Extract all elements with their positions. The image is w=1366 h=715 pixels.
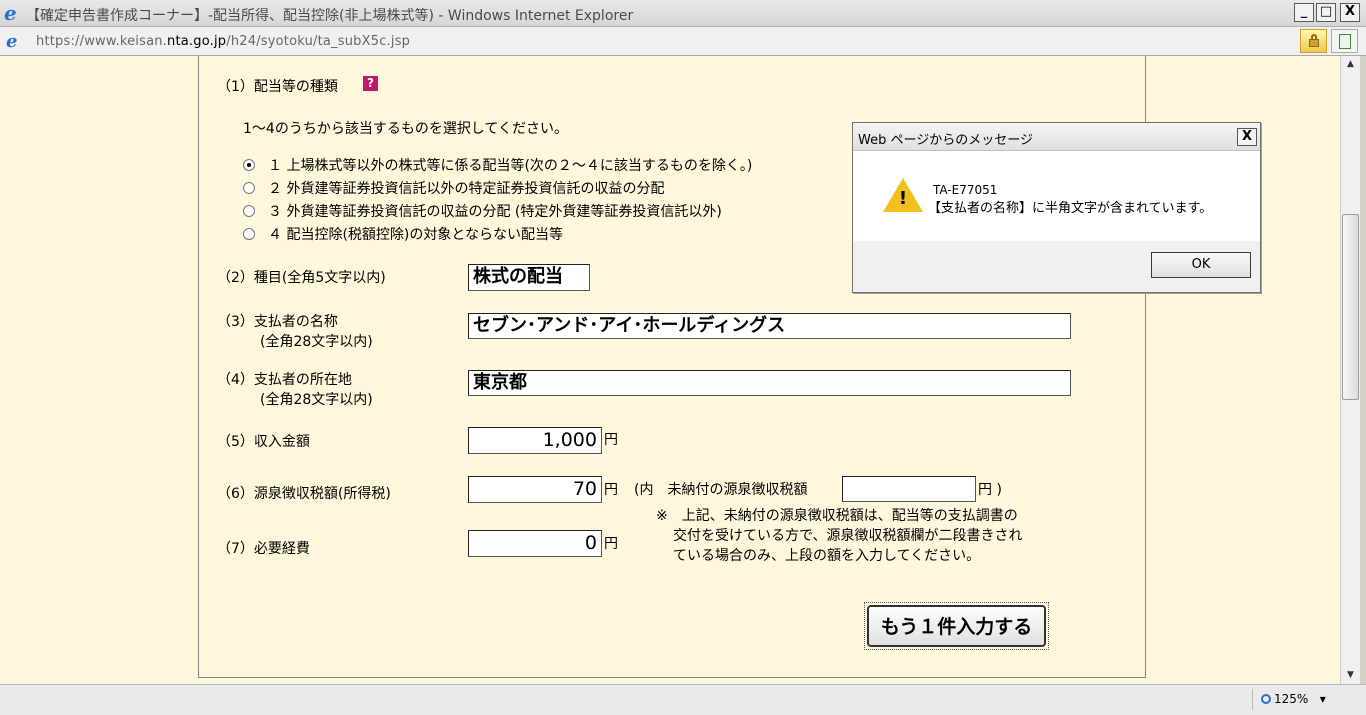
dialog-body: ! TA-E77051 【支払者の名称】に半角文字が含まれています。 (853, 151, 1260, 241)
warning-mark: ! (898, 188, 908, 209)
dialog-title-bar: Web ページからのメッセージ X (853, 123, 1260, 151)
note-line-3: ている場合のみ、上段の額を入力してください。 (673, 548, 981, 564)
add-another-button[interactable]: もう１件入力する (864, 602, 1049, 650)
payer-address-input[interactable]: 東京都 (468, 370, 1071, 396)
scroll-down-icon[interactable]: ▼ (1341, 667, 1360, 684)
window-frame (1360, 56, 1366, 684)
radio-type-3[interactable] (243, 205, 255, 217)
ie-page-icon: e (6, 31, 18, 52)
type-input[interactable]: 株式の配当 (468, 264, 590, 291)
instruction-text: 1～4のうちから該当するものを選択してください。 (243, 121, 568, 137)
zoom-control[interactable]: 125% ▾ (1252, 689, 1344, 710)
withholding-tax-input[interactable]: 70 (468, 476, 602, 503)
lock-icon (1309, 34, 1319, 47)
section3-label: （3）支払者の名称 (217, 314, 338, 330)
radio-type-4-label: ４ 配当控除(税額控除)の対象とならない配当等 (268, 227, 563, 243)
scrollbar-thumb[interactable] (1342, 214, 1359, 400)
radio-type-2-label: ２ 外貨建等証券投資信託以外の特定証券投資信託の収益の分配 (268, 181, 665, 197)
section4-label: （4）支払者の所在地 (217, 372, 352, 388)
window-title-bar: e 【確定申告書作成コーナー】-配当所得、配当控除(非上場株式等) - Wind… (0, 0, 1366, 27)
url-domain: nta.go.jp (167, 34, 227, 49)
section1-label: （1）配当等の種類 (217, 79, 338, 95)
minimize-button[interactable]: _ (1294, 3, 1314, 22)
yen-unit: 円 (604, 536, 618, 552)
ok-button[interactable]: OK (1151, 252, 1251, 278)
unpaid-tax-unit: 円 ) (978, 482, 1002, 498)
vertical-scrollbar[interactable]: ▲ ▼ (1340, 56, 1360, 684)
note-line-1: ※ 上記、未納付の源泉徴収税額は、配当等の支払調書の (656, 508, 1018, 524)
message-dialog: Web ページからのメッセージ X ! TA-E77051 【支払者の名称】に半… (852, 122, 1261, 293)
yen-unit: 円 (604, 432, 618, 448)
error-code: TA-E77051 (933, 183, 998, 197)
note-line-2: 交付を受けている方で、源泉徴収税額欄が二段書きされ (673, 528, 1023, 544)
dialog-title: Web ページからのメッセージ (858, 133, 1033, 148)
url-field[interactable]: https://www.keisan.nta.go.jp/h24/syotoku… (36, 34, 410, 49)
add-another-label: もう１件入力する (867, 605, 1046, 647)
compatibility-icon (1339, 34, 1351, 49)
error-message: 【支払者の名称】に半角文字が含まれています。 (928, 201, 1213, 216)
maximize-button[interactable]: □ (1316, 3, 1336, 22)
unpaid-tax-input[interactable] (842, 476, 976, 502)
compatibility-view-button[interactable] (1331, 29, 1358, 53)
dialog-close-button[interactable]: X (1237, 128, 1257, 146)
security-lock-button[interactable] (1300, 29, 1327, 53)
zoom-icon (1261, 694, 1271, 704)
section4-sublabel: (全角28文字以内) (260, 392, 373, 408)
yen-unit: 円 (604, 482, 618, 498)
section3-sublabel: (全角28文字以内) (260, 334, 373, 350)
radio-type-4[interactable] (243, 228, 255, 240)
section5-label: （5）収入金額 (217, 434, 310, 450)
close-window-button[interactable]: X (1340, 3, 1360, 22)
help-icon[interactable]: ? (363, 76, 378, 91)
unpaid-tax-label: (内 未納付の源泉徴収税額 (634, 482, 808, 498)
window-title: 【確定申告書作成コーナー】-配当所得、配当控除(非上場株式等) - Window… (26, 8, 634, 24)
zoom-dropdown-icon[interactable]: ▾ (1320, 692, 1326, 706)
radio-type-1-label: １ 上場株式等以外の株式等に係る配当等(次の２～４に該当するものを除く。) (268, 158, 753, 174)
ie-logo-icon: e (4, 1, 17, 25)
zoom-level: 125% (1274, 692, 1309, 706)
url-path: /h24/syotoku/ta_subX5c.jsp (226, 34, 411, 49)
url-prefix: https://www.keisan. (36, 34, 168, 49)
address-bar: e https://www.keisan.nta.go.jp/h24/syoto… (0, 27, 1366, 56)
scroll-up-icon[interactable]: ▲ (1341, 56, 1360, 73)
status-bar: 125% ▾ (0, 684, 1366, 715)
expenses-input[interactable]: 0 (468, 530, 602, 557)
income-amount-input[interactable]: 1,000 (468, 427, 602, 454)
section2-label: （2）種目(全角5文字以内) (217, 270, 386, 286)
payer-name-input[interactable]: セブン･アンド･アイ･ホールディングス (468, 313, 1071, 339)
section7-label: （7）必要経費 (217, 541, 310, 557)
radio-type-2[interactable] (243, 182, 255, 194)
section6-label: （6）源泉徴収税額(所得税) (217, 486, 391, 502)
radio-type-1[interactable] (243, 159, 255, 171)
radio-type-3-label: ３ 外貨建等証券投資信託の収益の分配 (特定外貨建等証券投資信託以外) (268, 204, 722, 220)
